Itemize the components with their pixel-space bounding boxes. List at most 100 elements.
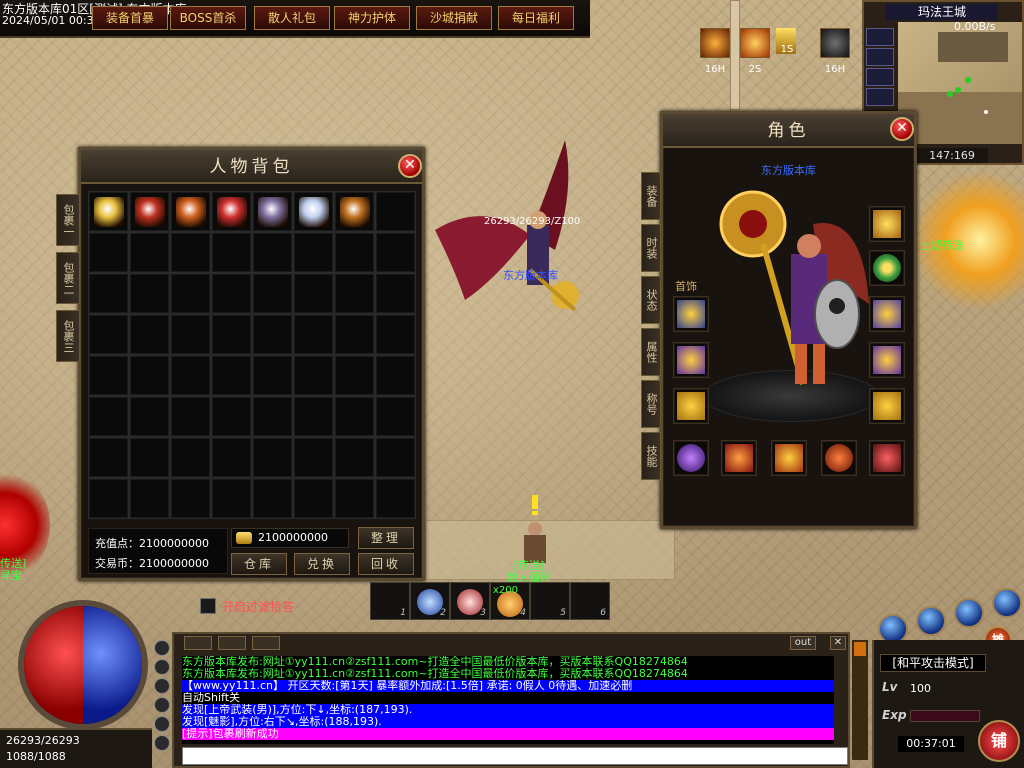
inventory-slot[interactable] bbox=[252, 273, 293, 314]
npc-sprite[interactable] bbox=[510, 495, 560, 565]
inventory-slot[interactable] bbox=[334, 314, 375, 355]
inventory-slot[interactable] bbox=[334, 396, 375, 437]
solo-gift-button[interactable]: 散人礼包 bbox=[254, 6, 330, 30]
tab-equipment[interactable]: 装备 bbox=[641, 172, 661, 220]
equip-slot-amulet[interactable] bbox=[821, 440, 857, 476]
equip-slot-gem[interactable] bbox=[673, 440, 709, 476]
map-toggle-button[interactable] bbox=[866, 28, 894, 46]
inventory-slot[interactable] bbox=[170, 191, 211, 232]
inventory-slot[interactable] bbox=[375, 396, 416, 437]
bag-tab-3[interactable]: 包裹三 bbox=[56, 310, 80, 362]
inventory-slot[interactable] bbox=[375, 232, 416, 273]
inventory-slot[interactable] bbox=[293, 191, 334, 232]
inventory-slot[interactable] bbox=[252, 191, 293, 232]
inventory-slot[interactable] bbox=[252, 396, 293, 437]
skill-orb-button[interactable] bbox=[916, 606, 946, 636]
inventory-slot[interactable] bbox=[293, 273, 334, 314]
inventory-slot[interactable] bbox=[293, 437, 334, 478]
inventory-slot[interactable] bbox=[334, 191, 375, 232]
inventory-slot[interactable] bbox=[170, 355, 211, 396]
inventory-slot[interactable] bbox=[293, 396, 334, 437]
inventory-slot[interactable] bbox=[211, 478, 252, 519]
shop-button[interactable]: 铺 bbox=[978, 720, 1020, 762]
inventory-slot[interactable] bbox=[375, 273, 416, 314]
channel-icon[interactable] bbox=[154, 735, 170, 751]
equip-slot-ring-right[interactable] bbox=[869, 342, 905, 378]
inventory-slot[interactable] bbox=[375, 314, 416, 355]
inventory-slot[interactable] bbox=[88, 396, 129, 437]
chat-scrollbar[interactable] bbox=[852, 640, 868, 760]
inventory-slot[interactable] bbox=[88, 314, 129, 355]
channel-icon[interactable] bbox=[154, 716, 170, 732]
inventory-slot[interactable] bbox=[211, 273, 252, 314]
channel-icon[interactable] bbox=[154, 659, 170, 675]
inventory-slot[interactable] bbox=[170, 273, 211, 314]
speaker-icon[interactable] bbox=[154, 640, 170, 656]
tab-fashion[interactable]: 时装 bbox=[641, 224, 661, 272]
inventory-slot[interactable] bbox=[88, 437, 129, 478]
channel-icon[interactable] bbox=[154, 678, 170, 694]
chat-expand-button[interactable] bbox=[184, 636, 212, 650]
chat-out-button[interactable]: out bbox=[790, 636, 816, 650]
inventory-slot[interactable] bbox=[88, 191, 129, 232]
attack-mode[interactable]: [和平攻击模式] bbox=[880, 654, 986, 672]
equip-slot-boots[interactable] bbox=[869, 388, 905, 424]
hotbar-slot[interactable]: 2 bbox=[410, 582, 450, 620]
inventory-slot[interactable] bbox=[375, 191, 416, 232]
bag-tab-2[interactable]: 包裹二 bbox=[56, 252, 80, 304]
inventory-slot[interactable] bbox=[170, 437, 211, 478]
inventory-slot[interactable] bbox=[334, 437, 375, 478]
first-equip-drop-button[interactable]: 装备首暴 bbox=[92, 6, 168, 30]
sort-button[interactable]: 整理 bbox=[358, 527, 414, 549]
close-icon[interactable]: ✕ bbox=[890, 117, 914, 141]
inventory-slot[interactable] bbox=[293, 355, 334, 396]
recycle-button[interactable]: 回收 bbox=[358, 553, 414, 575]
hotbar-slot[interactable]: 6 bbox=[570, 582, 610, 620]
equip-slot-medal[interactable] bbox=[673, 296, 709, 332]
inventory-slot[interactable] bbox=[334, 478, 375, 519]
inventory-slot[interactable] bbox=[129, 191, 170, 232]
castle-donation-button[interactable]: 沙城捐献 bbox=[416, 6, 492, 30]
inventory-slot[interactable] bbox=[129, 396, 170, 437]
scroll-thumb[interactable] bbox=[854, 642, 866, 656]
inventory-panel[interactable]: 人物背包 ✕ 包裹一 包裹二 包裹三 充值点：2100000000 交易币：21… bbox=[56, 147, 425, 581]
equip-slot-shoes[interactable] bbox=[869, 440, 905, 476]
tab-attributes[interactable]: 属性 bbox=[641, 328, 661, 376]
map-world-button[interactable] bbox=[866, 88, 894, 106]
inventory-slot[interactable] bbox=[252, 232, 293, 273]
inventory-slot[interactable] bbox=[375, 355, 416, 396]
inventory-slot[interactable] bbox=[129, 478, 170, 519]
chat-filter-button[interactable] bbox=[252, 636, 280, 650]
divine-protection-button[interactable]: 神力护体 bbox=[334, 6, 410, 30]
inventory-slot[interactable] bbox=[88, 273, 129, 314]
inventory-slot[interactable] bbox=[211, 232, 252, 273]
inventory-slot[interactable] bbox=[293, 478, 334, 519]
hotbar-slot[interactable]: 1 bbox=[370, 582, 410, 620]
inventory-slot[interactable] bbox=[252, 314, 293, 355]
tab-title[interactable]: 称号 bbox=[641, 380, 661, 428]
inventory-slot[interactable] bbox=[252, 437, 293, 478]
chat-input[interactable] bbox=[182, 747, 848, 765]
inventory-slot[interactable] bbox=[375, 478, 416, 519]
inventory-slot[interactable] bbox=[334, 273, 375, 314]
equip-slot-ring-left[interactable] bbox=[673, 388, 709, 424]
daily-welfare-button[interactable]: 每日福利 bbox=[498, 6, 574, 30]
hero-sprite[interactable] bbox=[425, 130, 595, 330]
equip-slot-bracelet-right[interactable] bbox=[869, 296, 905, 332]
equip-slot-belt[interactable] bbox=[721, 440, 757, 476]
map-mark-button[interactable] bbox=[866, 68, 894, 86]
channel-icon[interactable] bbox=[154, 697, 170, 713]
equip-slot-chest[interactable] bbox=[869, 206, 905, 242]
hotbar-slot[interactable]: 5 bbox=[530, 582, 570, 620]
close-icon[interactable]: ✕ bbox=[398, 154, 422, 178]
close-icon[interactable]: ✕ bbox=[830, 636, 846, 650]
hotbar-slot[interactable]: 3 bbox=[450, 582, 490, 620]
equip-slot-necklace[interactable] bbox=[869, 250, 905, 286]
inventory-slot[interactable] bbox=[170, 396, 211, 437]
inventory-slot[interactable] bbox=[334, 232, 375, 273]
inventory-slot[interactable] bbox=[334, 355, 375, 396]
inventory-slot[interactable] bbox=[211, 191, 252, 232]
inventory-slot[interactable] bbox=[211, 396, 252, 437]
character-panel[interactable]: 角色 ✕ 东方版本库 装备 时装 状态 属性 称号 技能 首饰 bbox=[641, 111, 917, 529]
inventory-slot[interactable] bbox=[293, 232, 334, 273]
